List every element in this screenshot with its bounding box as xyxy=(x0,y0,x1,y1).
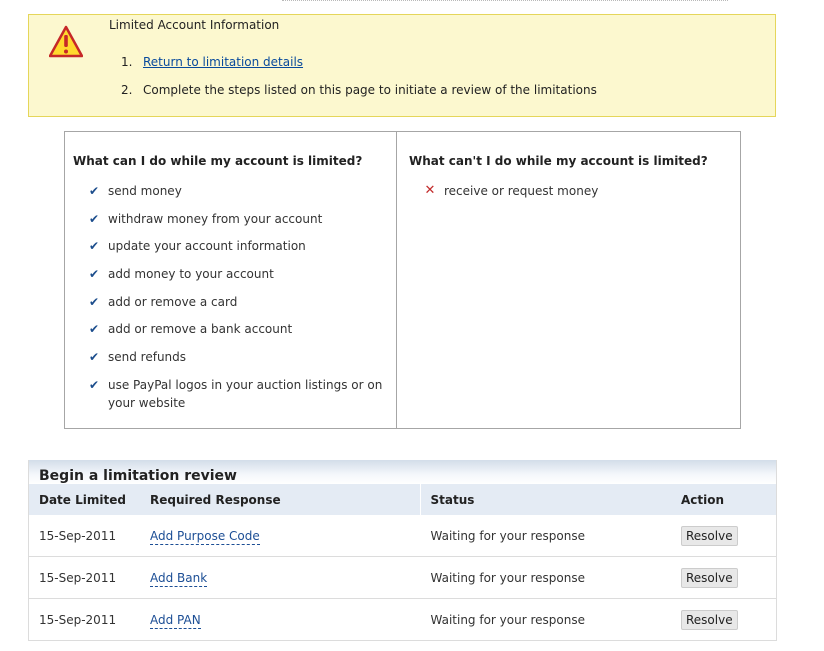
resolve-button[interactable]: Resolve xyxy=(681,567,738,588)
date-limited-cell: 15-Sep-2011 xyxy=(29,556,140,599)
list-item-text: add money to your account xyxy=(108,267,274,282)
resolve-button[interactable]: Resolve xyxy=(681,525,738,546)
list-item: ✔ withdraw money from your account xyxy=(87,210,387,228)
action-cell: Resolve xyxy=(681,599,776,641)
alert-step: 1. Return to limitation details xyxy=(121,55,304,69)
status-cell: Waiting for your response xyxy=(419,515,681,557)
date-limited-cell: 15-Sep-2011 xyxy=(29,515,140,557)
action-cell: Resolve xyxy=(681,515,776,557)
check-icon: ✔ xyxy=(88,350,100,365)
warning-icon xyxy=(49,25,83,58)
list-item-text: send refunds xyxy=(108,350,187,365)
list-item-text: send money xyxy=(108,184,182,198)
review-header: Begin a limitation review xyxy=(29,460,776,484)
check-icon: ✔ xyxy=(88,239,100,254)
list-item-text: add or remove a bank account xyxy=(108,322,293,337)
limited-account-alert: Limited Account Information 1. Return to… xyxy=(28,14,776,117)
check-icon: ✔ xyxy=(88,377,100,392)
list-item: ✔ send refunds xyxy=(87,348,387,366)
col-action: Action xyxy=(681,484,776,515)
status-cell: Waiting for your response xyxy=(419,598,681,640)
list-item: ✔ add money to your account xyxy=(87,265,387,283)
check-icon: ✔ xyxy=(88,184,100,198)
top-divider xyxy=(282,0,728,3)
required-response-link[interactable]: Add PAN xyxy=(150,612,201,629)
list-item: ✔ update your account information xyxy=(87,237,387,255)
list-item-text: use PayPal logos in your auction listing… xyxy=(108,377,383,410)
list-item-text: add or remove a card xyxy=(108,294,238,309)
can-do-list: ✔ send money ✔ withdraw money from your acc… xyxy=(87,182,387,422)
list-item-text: update your account information xyxy=(108,239,306,254)
list-item-text: withdraw money from your account xyxy=(108,211,323,226)
list-item: ✔ send money xyxy=(87,182,387,200)
alert-steps: 1. Return to limitation details 2. Compl… xyxy=(121,55,597,111)
col-date-limited: Date Limited xyxy=(29,484,140,515)
review-table: Date Limited Required Response Status Ac… xyxy=(29,484,776,640)
col-required-response: Required Response xyxy=(140,484,420,515)
list-item: ✕ receive or request money xyxy=(423,182,599,200)
list-item: ✔ add or remove a bank account xyxy=(87,320,387,338)
required-response-link[interactable]: Add Purpose Code xyxy=(150,528,260,545)
list-item: ✔ use PayPal logos in your auction listin… xyxy=(87,376,387,412)
cannot-do-list: ✕ receive or request money xyxy=(423,182,599,210)
resolve-button[interactable]: Resolve xyxy=(681,609,738,630)
review-title: Begin a limitation review xyxy=(39,468,237,484)
check-icon: ✔ xyxy=(88,322,100,337)
col-status: Status xyxy=(419,484,681,515)
can-do-column: What can I do while my account is limite… xyxy=(65,132,397,428)
cross-icon: ✕ xyxy=(424,183,436,198)
table-row: 15-Sep-2011 Add Purpose Code Waiting for y… xyxy=(29,515,776,557)
cannot-do-column: What can't I do while my account is limi… xyxy=(396,132,740,428)
required-response-cell: Add Purpose Code xyxy=(140,515,420,557)
can-do-heading: What can I do while my account is limite… xyxy=(73,154,363,168)
alert-step: 2. Complete the steps listed on this pag… xyxy=(121,83,597,97)
table-row: 15-Sep-2011 Add Bank Waiting for your resp… xyxy=(29,556,776,599)
alert-title: Limited Account Information xyxy=(109,18,280,32)
account-limits-panel: What can I do while my account is limite… xyxy=(64,131,741,429)
required-response-link[interactable]: Add Bank xyxy=(150,570,208,587)
return-to-limitation-details-link[interactable]: Return to limitation details xyxy=(143,55,303,69)
list-item-text: receive or request money xyxy=(444,184,599,198)
table-row: 15-Sep-2011 Add PAN Waiting for your respo… xyxy=(29,598,776,641)
cannot-do-heading: What can't I do while my account is limi… xyxy=(409,154,708,168)
required-response-cell: Add PAN xyxy=(140,599,420,641)
check-icon: ✔ xyxy=(88,267,100,282)
check-icon: ✔ xyxy=(88,294,100,309)
list-item: ✔ add or remove a card xyxy=(87,293,387,311)
action-cell: Resolve xyxy=(681,556,776,599)
limitation-review-panel: Begin a limitation review Date Limited R… xyxy=(28,460,777,641)
check-icon: ✔ xyxy=(88,211,100,226)
alert-step-text: Complete the steps listed on this page t… xyxy=(143,83,597,97)
required-response-cell: Add Bank xyxy=(140,556,420,599)
status-cell: Waiting for your response xyxy=(419,556,681,599)
review-table-header: Date Limited Required Response Status Ac… xyxy=(29,484,776,515)
date-limited-cell: 15-Sep-2011 xyxy=(39,612,117,627)
